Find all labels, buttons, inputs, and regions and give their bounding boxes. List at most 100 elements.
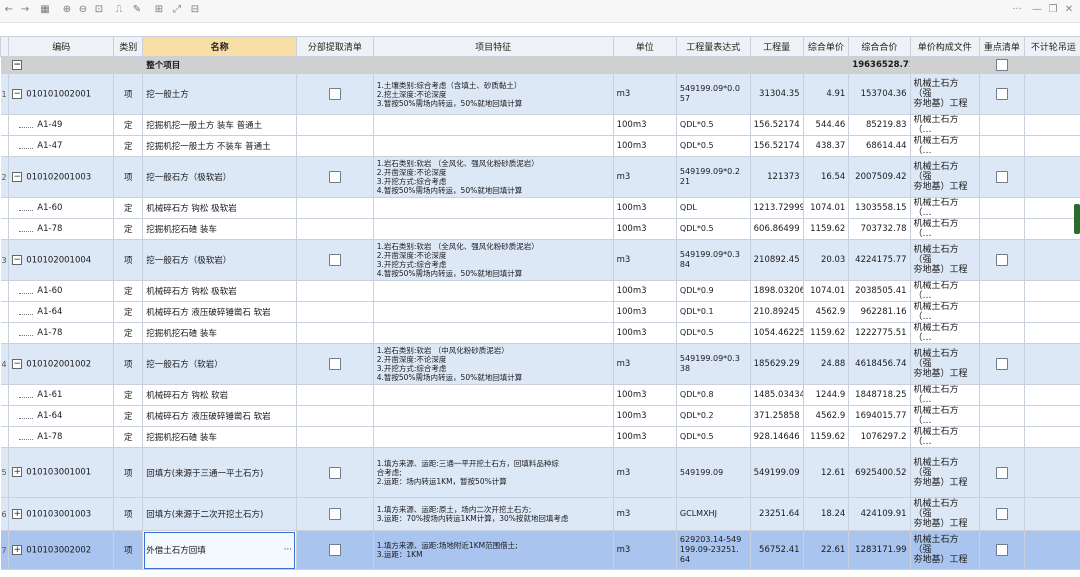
name-cell[interactable]: 挖掘机挖一般土方 装车 普通土 [142,114,297,136]
qty-cell[interactable]: 31304.35 [749,73,804,115]
feature-cell[interactable] [372,114,614,136]
collapse-toggle-icon[interactable]: − [12,171,23,182]
bill-row[interactable]: 6 +010103001003 项回填方(来源于二次开挖土石方) 1.填方来源、运距:… [0,497,1080,531]
expr-cell[interactable]: QDL*0.1 [675,301,751,323]
key-cell[interactable] [979,405,1025,427]
feature-cell[interactable]: 1.填方来源、运距:原土，场内二次开挖土石方; 3.运距：70%按场内转运1KM计… [372,497,614,531]
whole-project-row[interactable]: − 整个项目 19636528.71 [0,56,1080,74]
header-partial[interactable]: 分部提取清单 [295,36,374,57]
key-checkbox[interactable] [995,358,1008,370]
key-cell[interactable] [979,280,1025,302]
quota-row[interactable]: A1-61 定机械碎石方 钩松 软岩 100m3 QDL*0.8 1485.03434 1… [0,384,1080,406]
file-cell[interactable]: 机械土石方（… [909,322,981,344]
unit-cell[interactable]: 100m3 [612,384,677,406]
header-name[interactable]: 名称 [142,36,297,57]
feature-cell[interactable]: 1.填方来源、运距:三通一平开挖土石方，回填料品种综 合考虑; 2.运距：场内转运1… [372,447,614,498]
partial-checkbox[interactable] [328,358,341,370]
partial-cell[interactable] [295,73,374,115]
code-cell[interactable]: A1-61 [8,384,115,406]
partial-cell[interactable] [295,343,374,385]
feature-cell[interactable] [372,197,614,219]
key-cell[interactable] [979,218,1025,240]
close-icon[interactable]: ✕ [1062,3,1076,17]
quota-row[interactable]: A1-47 定挖掘机挖一般土方 不装车 普通土 100m3 QDL*0.5 156.52… [0,135,1080,157]
expr-cell[interactable]: QDL*0.8 [675,384,751,406]
header-feature[interactable]: 项目特征 [372,36,614,57]
expr-cell[interactable]: 549199.09*0.2 21 [675,156,751,198]
partial-checkbox[interactable] [328,88,341,100]
bill-row[interactable]: 1−010101002001 项挖一般土方 1.土壤类别:综合考虑（含填土、砂质黏土… [0,73,1080,115]
header-total[interactable]: 综合合价 [848,36,911,57]
quota-row[interactable]: A1-78 定挖掘机挖石碴 装车 100m3 QDL*0.5 606.86499 1159… [0,218,1080,240]
edit-icon[interactable]: ✎ [130,3,144,17]
expr-cell[interactable]: QDL*0.5 [675,322,751,344]
unit-cell[interactable]: 100m3 [612,426,677,448]
feature-cell[interactable] [372,301,614,323]
partial-cell[interactable] [295,218,374,240]
partial-cell[interactable] [295,530,374,570]
collapse-toggle-icon[interactable]: − [12,59,23,70]
header-key[interactable]: 重点清单 [979,36,1025,57]
feature-cell[interactable] [372,322,614,344]
expr-cell[interactable]: QDL*0.2 [675,405,751,427]
partial-cell[interactable] [295,384,374,406]
name-cell[interactable]: 回填方(来源于三通一平土石方) [142,447,297,498]
partial-checkbox[interactable] [328,466,341,479]
partial-cell[interactable] [295,114,374,136]
qty-cell[interactable]: 1485.03434 [749,384,804,406]
qty-cell[interactable]: 549199.09 [749,447,804,498]
expand-toggle-icon[interactable]: + [12,544,23,555]
file-cell[interactable]: 机械土石方（强 夯地基）工程 [909,73,981,115]
file-cell[interactable]: 机械土石方（… [909,197,981,219]
expr-cell[interactable]: 549199.09*0.3 84 [675,239,751,281]
expr-cell[interactable]: 549199.09*0.0 57 [675,73,751,115]
name-cell[interactable]: 挖一般石方（极软岩） [142,239,297,281]
name-cell[interactable]: 机械碎石方 液压破碎锤凿石 软岩 [142,301,297,323]
qty-cell[interactable]: 606.86499 [749,218,804,240]
partial-checkbox[interactable] [328,508,341,520]
code-cell[interactable]: −010102001004 [8,239,115,281]
name-cell[interactable]: 外借土石方回填 ··· [142,530,297,570]
file-cell[interactable]: 机械土石方（… [909,384,981,406]
quota-row[interactable]: A1-60 定机械碎石方 钩松 极软岩 100m3 QDL*0.9 1898.03206… [0,280,1080,302]
side-tab-marker[interactable] [1074,204,1080,234]
feature-cell[interactable]: 1.岩石类别:软岩 （中风化粉砂质泥岩） 2.开凿深度:不论深度 3.开挖方式:综合… [372,343,614,385]
code-cell[interactable]: A1-64 [8,301,115,323]
key-cell[interactable] [979,73,1025,115]
partial-checkbox[interactable] [328,171,341,183]
name-cell[interactable]: 挖一般石方（极软岩） [142,156,297,198]
key-cell[interactable] [979,384,1025,406]
expr-cell[interactable]: 549199.09 [675,447,751,498]
bill-row[interactable]: 4−010102001002 项挖一般石方（软岩） 1.岩石类别:软岩 （中风化粉砂… [0,343,1080,385]
file-cell[interactable]: 机械土石方（… [909,301,981,323]
code-cell[interactable]: A1-78 [8,426,115,448]
partial-cell[interactable] [295,280,374,302]
feature-cell[interactable]: 1.岩石类别:软岩 （全风化、强风化粉砂质泥岩） 2.开凿深度:不论深度 3.开挖方… [372,239,614,281]
file-cell[interactable]: 机械土石方（强 夯地基）工程 [909,156,981,198]
quota-row[interactable]: A1-64 定机械碎石方 液压破碎锤凿石 软岩 100m3 QDL*0.1 210.89… [0,301,1080,323]
key-cell[interactable] [979,56,1025,74]
name-cell[interactable]: 回填方(来源于二次开挖土石方) [142,497,297,531]
code-cell[interactable]: A1-49 [8,114,115,136]
unit-cell[interactable]: m3 [612,73,677,115]
feature-cell[interactable]: 1.岩石类别:软岩 （全风化、强风化粉砂质泥岩） 2.开凿深度:不论深度 3.开挖方… [372,156,614,198]
unit-cell[interactable]: 100m3 [612,301,677,323]
qty-cell[interactable]: 56752.41 [749,530,804,570]
file-cell[interactable]: 机械土石方（强 夯地基）工程 [909,447,981,498]
name-cell[interactable]: 挖掘机挖石碴 装车 [142,218,297,240]
collapse-toggle-icon[interactable]: − [12,358,23,369]
header-nocount[interactable]: 不计轮吊运 [1023,36,1080,57]
bill-row[interactable]: 3−010102001004 项挖一般石方（极软岩） 1.岩石类别:软岩 （全风化、… [0,239,1080,281]
code-cell[interactable]: A1-60 [8,280,115,302]
bill-row[interactable]: 7 +010103002002 项外借土石方回填 ··· 1.填方来源、运距:场地附近1… [0,530,1080,570]
key-cell[interactable] [979,530,1025,570]
qty-cell[interactable]: 210892.45 [749,239,804,281]
key-checkbox[interactable] [995,544,1008,556]
file-cell[interactable]: 机械土石方（… [909,405,981,427]
partial-cell[interactable] [295,197,374,219]
expr-cell[interactable]: QDL [675,197,751,219]
unit-cell[interactable]: 100m3 [612,197,677,219]
feature-cell[interactable] [372,135,614,157]
name-cell[interactable]: 挖一般土方 [142,73,297,115]
name-cell[interactable]: 挖一般石方（软岩） [142,343,297,385]
